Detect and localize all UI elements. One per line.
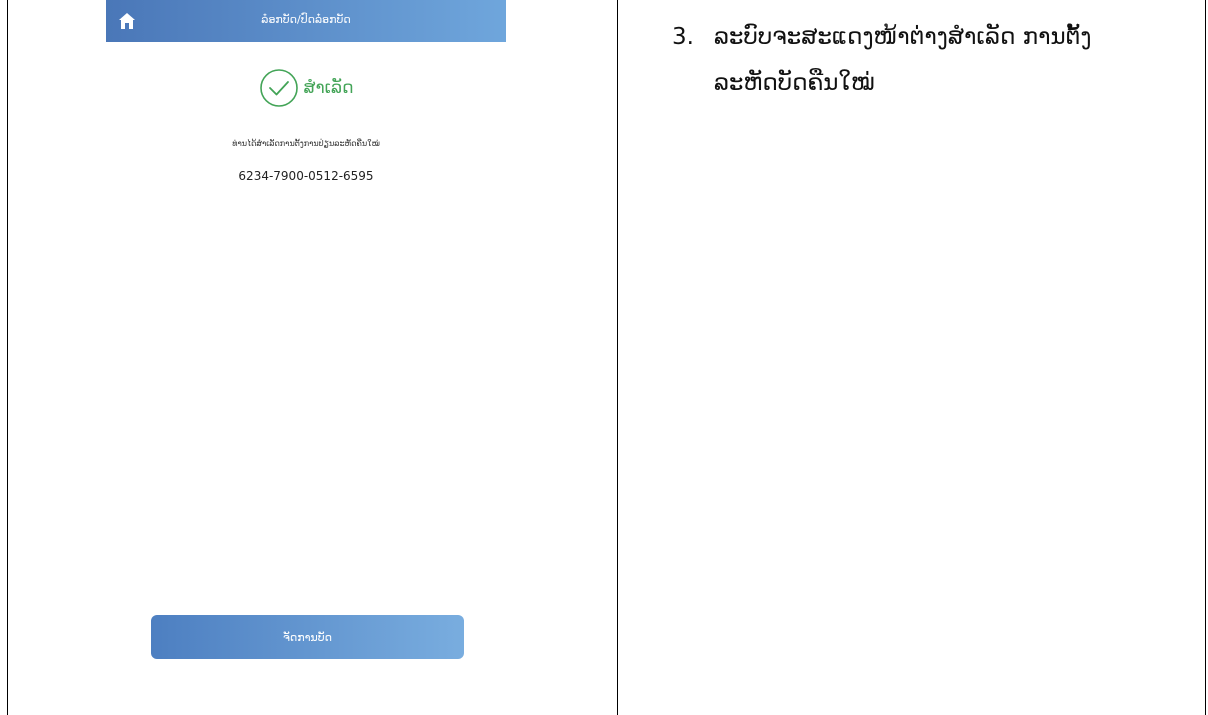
card-number: 6234-7900-0512-6595 (238, 169, 374, 183)
instruction-line-1: 3. ລະບົບຈະສະແດງໜ້າຕ່າງສຳເລັດ ການຕັ້ງ (672, 14, 1192, 60)
instruction-line-1-text: ລະບົບຈະສະແດງໜ້າຕ່າງສຳເລັດ ການຕັ້ງ (714, 24, 1092, 50)
instruction-text: 3. ລະບົບຈະສະແດງໜ້າຕ່າງສຳເລັດ ການຕັ້ງ ລະຫັ… (672, 14, 1192, 106)
document-page: ລ໋ອກບັດ/ປົດລ໋ອກບັດ ສຳເລັດ ທ່ານໄດ້ສຳເລັດກ… (0, 0, 1208, 715)
table-border-left (7, 0, 8, 715)
table-border-middle (617, 0, 618, 715)
check-circle-icon (259, 68, 299, 108)
success-status: ສຳເລັດ (106, 68, 506, 108)
manage-card-button[interactable]: ຈັດການບັດ (151, 615, 464, 659)
success-message: ທ່ານໄດ້ສຳເລັດການຕັ້ງການປ່ຽນລະຫັດຄືນໃໝ່ (232, 139, 380, 148)
step-number: 3. (672, 24, 694, 50)
table-border-right (1205, 0, 1206, 715)
phone-screenshot: ລ໋ອກບັດ/ປົດລ໋ອກບັດ ສຳເລັດ ທ່ານໄດ້ສຳເລັດກ… (106, 0, 506, 715)
success-label: ສຳເລັດ (303, 78, 354, 98)
nav-bar: ລ໋ອກບັດ/ປົດລ໋ອກບັດ (106, 0, 506, 42)
instruction-line-2: ລະຫັດບັດຄືນໃໝ່ (714, 70, 875, 96)
nav-title: ລ໋ອກບັດ/ປົດລ໋ອກບັດ (261, 13, 351, 26)
